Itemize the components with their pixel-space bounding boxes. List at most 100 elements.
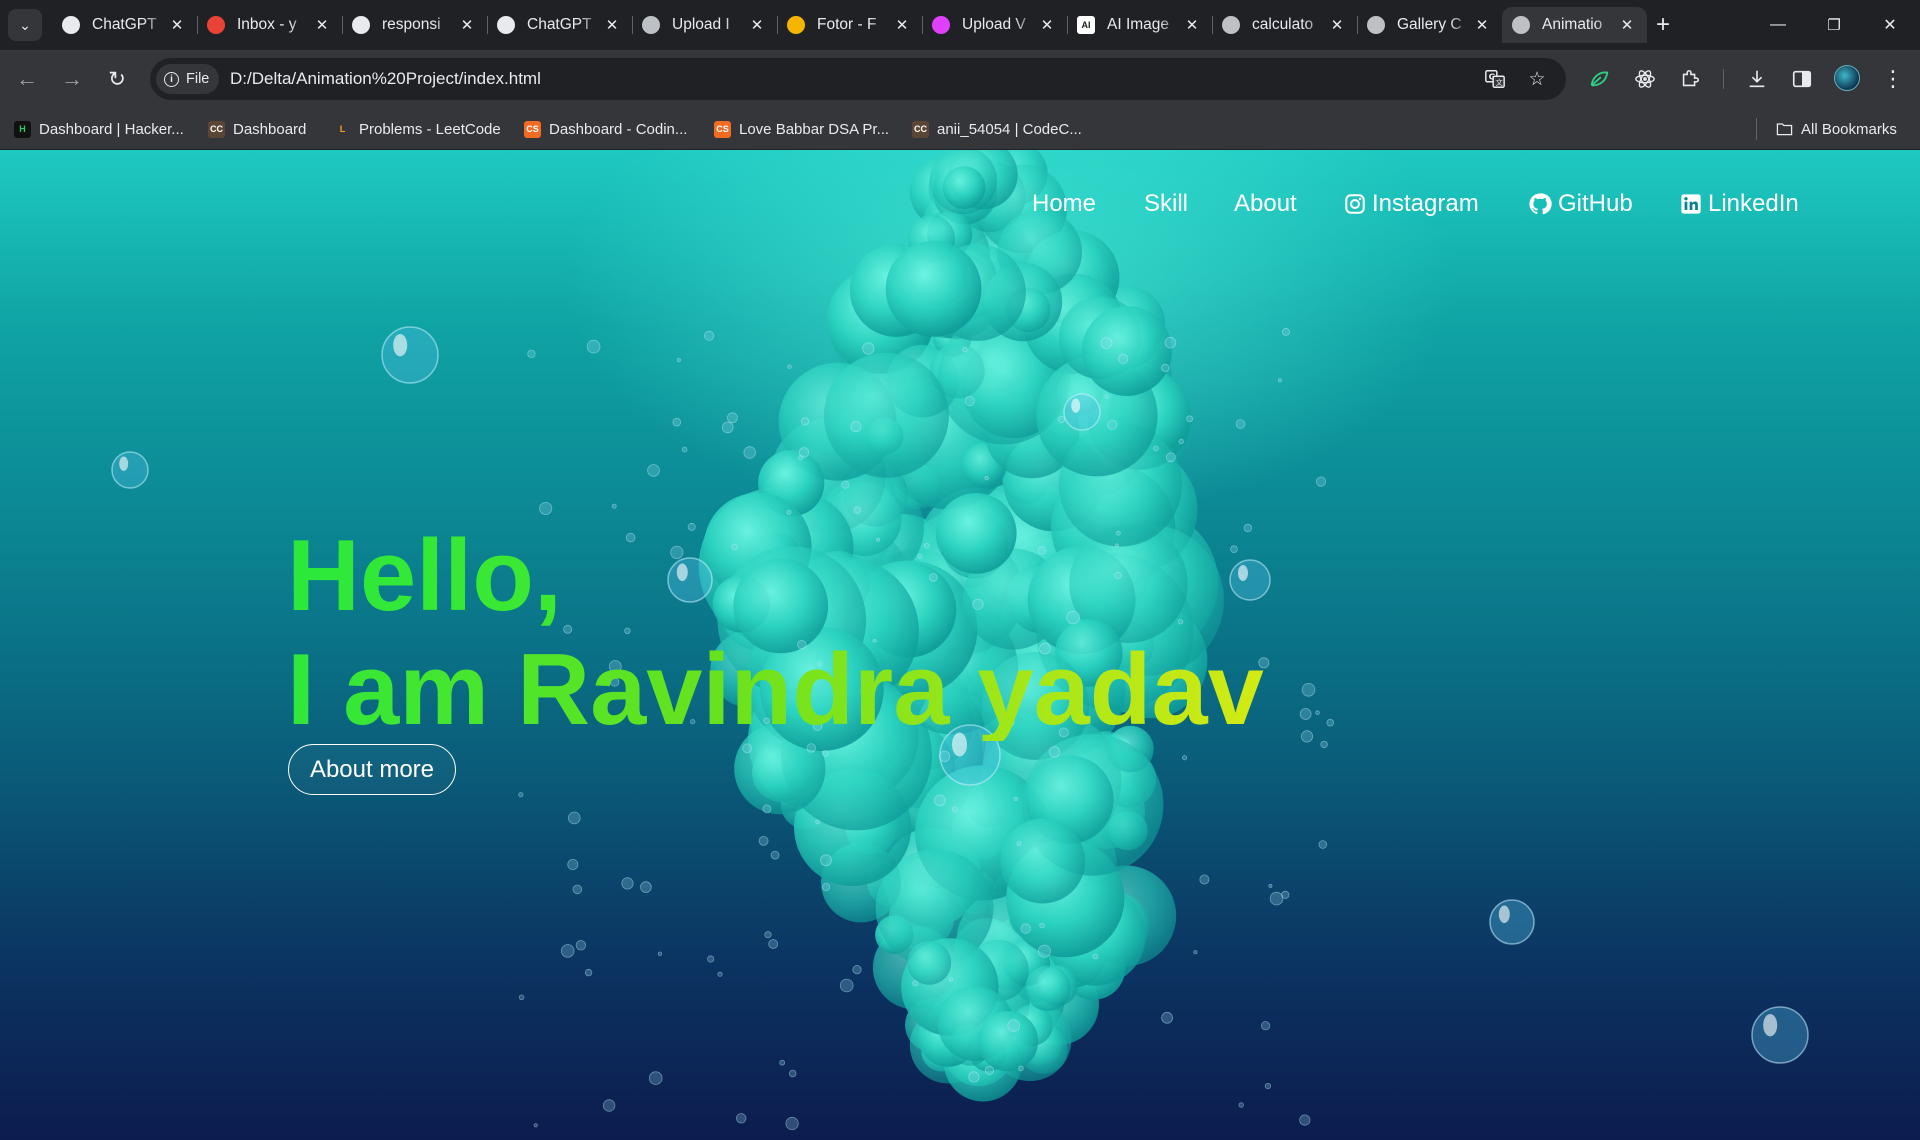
- bookmark-label: Dashboard - Codin...: [549, 120, 688, 138]
- bookmark-item[interactable]: CC Dashboard: [208, 116, 306, 142]
- browser-tab[interactable]: Animatio ✕: [1502, 7, 1647, 43]
- page-viewport: Home Skill About Instagram GitHub Linked…: [0, 150, 1920, 1140]
- browser-tab[interactable]: Upload V ✕: [922, 7, 1067, 43]
- extension-leaf-icon[interactable]: [1582, 62, 1616, 96]
- tab-close-icon[interactable]: ✕: [167, 16, 187, 34]
- minimize-button[interactable]: —: [1750, 0, 1806, 50]
- github-icon: [352, 16, 370, 34]
- github-icon: [1529, 193, 1552, 215]
- tab-close-icon[interactable]: ✕: [1037, 16, 1057, 34]
- linkedin-icon: [1681, 194, 1701, 214]
- chatgpt-icon: [62, 16, 80, 34]
- reload-icon[interactable]: ↻: [100, 62, 134, 96]
- tab-close-icon[interactable]: ✕: [892, 16, 912, 34]
- file-chip-label: File: [186, 71, 210, 87]
- instagram-icon: [1345, 194, 1365, 214]
- hero-greeting: Hello,: [287, 520, 562, 632]
- ai-logo-icon: AI: [1077, 16, 1095, 34]
- upload-app-icon: [932, 16, 950, 34]
- hero-name-heading: I am Ravindra yadav: [287, 634, 1264, 746]
- bookmark-label: Problems - LeetCode: [359, 120, 501, 138]
- tab-title: AI Image: [1107, 16, 1170, 33]
- globe-icon: [1222, 16, 1240, 34]
- nav-instagram-link[interactable]: Instagram: [1344, 188, 1479, 220]
- browser-tab[interactable]: Gallery C ✕: [1357, 7, 1502, 43]
- tab-title: Gallery C: [1397, 16, 1462, 33]
- browser-tab[interactable]: AI AI Image ✕: [1067, 7, 1212, 43]
- browser-toolbar: ← → ↻ i File D:/Delta/Animation%20Projec…: [0, 50, 1920, 108]
- folder-icon: [1776, 121, 1793, 138]
- browser-tab[interactable]: Fotor - F ✕: [777, 7, 922, 43]
- close-window-button[interactable]: ✕: [1862, 0, 1918, 50]
- tab-title: Inbox - y: [237, 16, 297, 33]
- nav-about-link[interactable]: About: [1234, 188, 1297, 220]
- about-more-button[interactable]: About more: [288, 744, 456, 795]
- bookmark-item[interactable]: CC anii_54054 | CodeC...: [912, 116, 1082, 142]
- bookmark-item[interactable]: L Problems - LeetCode: [334, 116, 501, 142]
- nav-skill-link[interactable]: Skill: [1144, 188, 1188, 220]
- tab-strip: ⌄ ChatGPT ✕ Inbox - y ✕ responsi ✕ ChatGPT ✕ Upl…: [0, 0, 1920, 50]
- tab-close-icon[interactable]: ✕: [747, 16, 767, 34]
- all-bookmarks-button[interactable]: All Bookmarks: [1776, 116, 1897, 142]
- bookmarks-divider: [1756, 118, 1757, 140]
- forward-arrow-icon[interactable]: →: [55, 62, 89, 96]
- tab-title: ChatGPT: [92, 16, 157, 33]
- extensions-puzzle-icon[interactable]: [1673, 62, 1707, 96]
- react-devtools-icon[interactable]: [1628, 62, 1662, 96]
- browser-tab[interactable]: Upload I ✕: [632, 7, 777, 43]
- tab-close-icon[interactable]: ✕: [1327, 16, 1347, 34]
- tab-title: Upload I: [672, 16, 730, 33]
- tab-title: ChatGPT: [527, 16, 592, 33]
- nav-github-label: GitHub: [1558, 190, 1633, 217]
- bookmark-label: Love Babbar DSA Pr...: [739, 120, 890, 138]
- tab-close-icon[interactable]: ✕: [1472, 16, 1492, 34]
- bookmarks-bar: H Dashboard | Hacker... CC Dashboard L Proble…: [0, 108, 1920, 150]
- tab-close-icon[interactable]: ✕: [312, 16, 332, 34]
- gmail-icon: [207, 16, 225, 34]
- tab-close-icon[interactable]: ✕: [457, 16, 477, 34]
- browser-tab[interactable]: ChatGPT ✕: [52, 7, 197, 43]
- address-bar[interactable]: i File D:/Delta/Animation%20Project/inde…: [150, 58, 1566, 100]
- bookmark-item[interactable]: CS Dashboard - Codin...: [524, 116, 687, 142]
- bookmark-item[interactable]: H Dashboard | Hacker...: [14, 116, 184, 142]
- svg-text:文: 文: [1496, 78, 1504, 87]
- tab-close-icon[interactable]: ✕: [1182, 16, 1202, 34]
- tab-title: Animatio: [1542, 16, 1603, 33]
- fotor-icon: [787, 16, 805, 34]
- browser-tab[interactable]: Inbox - y ✕: [197, 7, 342, 43]
- url-text[interactable]: D:/Delta/Animation%20Project/index.html: [230, 69, 541, 89]
- back-arrow-icon[interactable]: ←: [10, 62, 44, 96]
- browser-tab[interactable]: calculato ✕: [1212, 7, 1357, 43]
- layers-icon: [642, 16, 660, 34]
- browser-tab[interactable]: responsi ✕: [342, 7, 487, 43]
- nav-linkedin-link[interactable]: LinkedIn: [1680, 188, 1799, 220]
- bookmark-favicon-icon: CC: [208, 120, 225, 138]
- tab-title: calculato: [1252, 16, 1314, 33]
- tab-close-icon[interactable]: ✕: [1617, 16, 1637, 34]
- nav-linkedin-label: LinkedIn: [1708, 190, 1799, 217]
- tab-title: Fotor - F: [817, 16, 877, 33]
- side-panel-icon[interactable]: [1785, 62, 1819, 96]
- bookmark-item[interactable]: CS Love Babbar DSA Pr...: [714, 116, 889, 142]
- nav-home-link[interactable]: Home: [1032, 188, 1096, 220]
- tab-search-chevron-icon[interactable]: ⌄: [8, 9, 42, 41]
- bookmark-favicon-icon: CS: [524, 120, 541, 138]
- toolbar-divider: [1723, 69, 1724, 89]
- restore-button[interactable]: ❐: [1806, 0, 1862, 50]
- profile-avatar[interactable]: [1834, 65, 1860, 91]
- globe-icon: [1512, 16, 1530, 34]
- new-tab-button[interactable]: +: [1652, 10, 1674, 40]
- download-icon[interactable]: [1740, 62, 1774, 96]
- translate-icon[interactable]: G文: [1482, 66, 1508, 92]
- menu-kebab-icon[interactable]: ⋮: [1876, 62, 1910, 96]
- site-info-chip[interactable]: i File: [156, 64, 220, 94]
- bookmark-favicon-icon: CS: [714, 120, 731, 138]
- nav-github-link[interactable]: GitHub: [1528, 188, 1633, 220]
- tab-title: Upload V: [962, 16, 1026, 33]
- chatgpt-icon: [497, 16, 515, 34]
- tab-title: responsi: [382, 16, 441, 33]
- bookmark-star-icon[interactable]: ☆: [1524, 66, 1550, 92]
- tab-close-icon[interactable]: ✕: [602, 16, 622, 34]
- browser-tab[interactable]: ChatGPT ✕: [487, 7, 632, 43]
- bookmark-label: Dashboard: [233, 120, 307, 138]
